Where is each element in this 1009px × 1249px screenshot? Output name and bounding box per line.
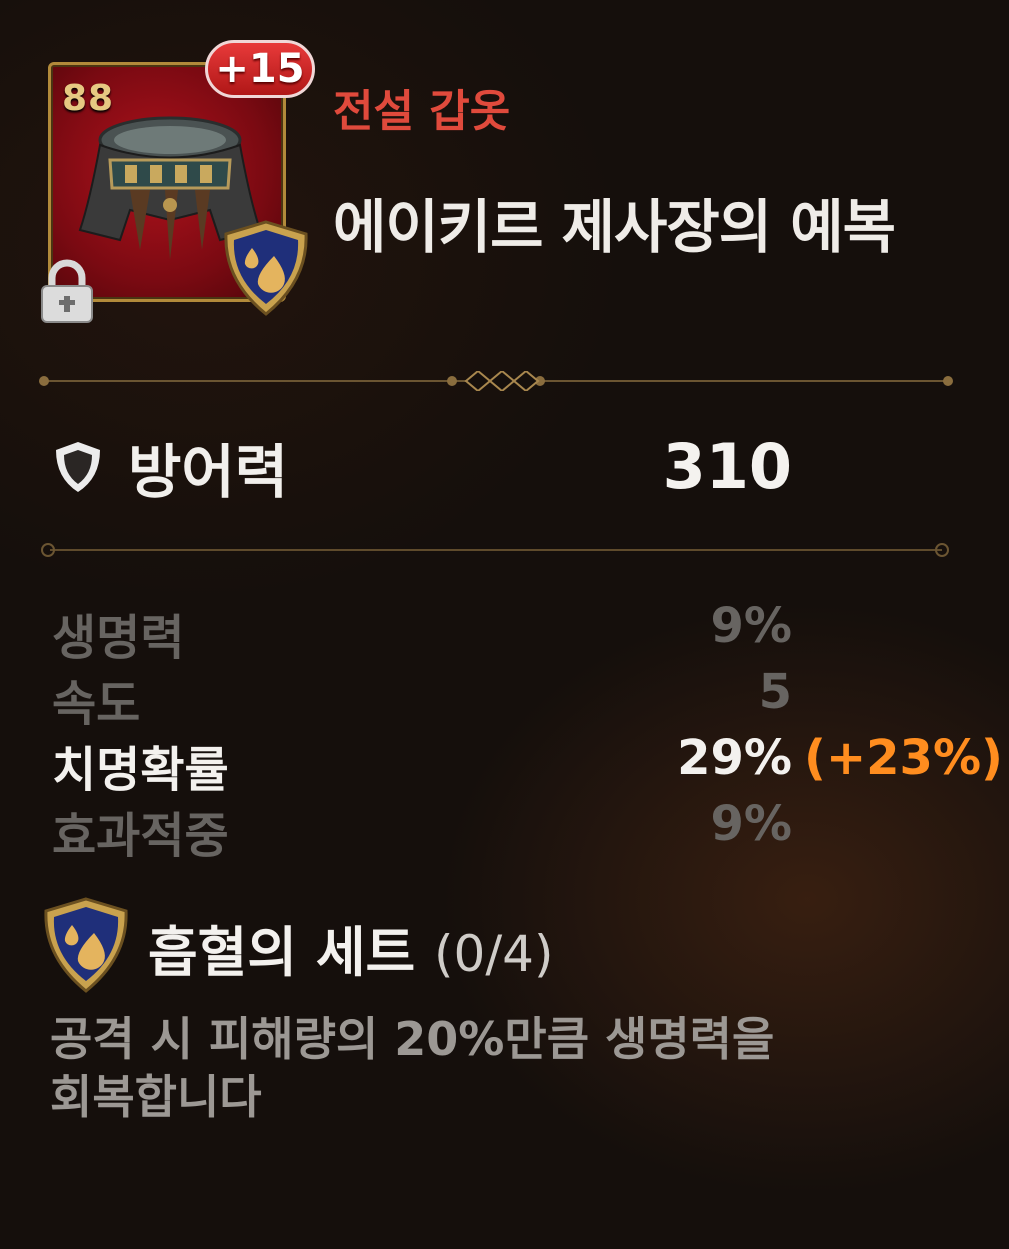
set-count: (0/4) [434,925,554,983]
lifesteal-set-emblem-icon [44,897,128,993]
stat-label: 속도 [52,676,141,732]
item-grade: 전설 갑옷 [333,86,511,137]
item-name: 에이키르 제사장의 예복 [333,193,896,261]
stat-row-effectiveness: 효과적중 9% [52,796,793,864]
stat-label: 생명력 [52,610,185,666]
stat-row-speed: 속도 5 [52,664,792,732]
stat-value: 9% [710,796,793,852]
stat-value: 5 [758,664,792,720]
stat-value: 29% [677,730,792,786]
stat-bonus: (+23%) [804,730,1003,786]
set-description-line: 회복합니다 [50,1070,262,1124]
set-description-line: 공격 시 피해량의 20%만큼 생명력을 [50,1012,775,1066]
stat-label: 치명확률 [52,742,229,798]
stat-value: 9% [710,598,793,654]
ornate-divider [39,371,953,391]
set-name: 흡혈의 세트 [148,921,416,984]
set-title: 흡혈의 세트 (0/4) [148,908,554,987]
shield-icon [56,442,100,492]
lock-icon[interactable] [36,258,98,324]
set-description: 공격 시 피해량의 20%만큼 생명력을 회복합니다 [50,1010,950,1126]
lifesteal-set-icon [224,220,308,316]
stat-row-hp: 생명력 9% [52,598,793,666]
enhance-badge: +15 [205,40,315,98]
defense-label: 방어력 [128,438,289,506]
stat-row-crit-chance: 치명확률 29% [52,730,792,798]
divider [41,543,949,557]
stat-label: 효과적중 [52,808,229,864]
item-level: 88 [62,78,115,119]
defense-value: 310 [662,430,792,503]
